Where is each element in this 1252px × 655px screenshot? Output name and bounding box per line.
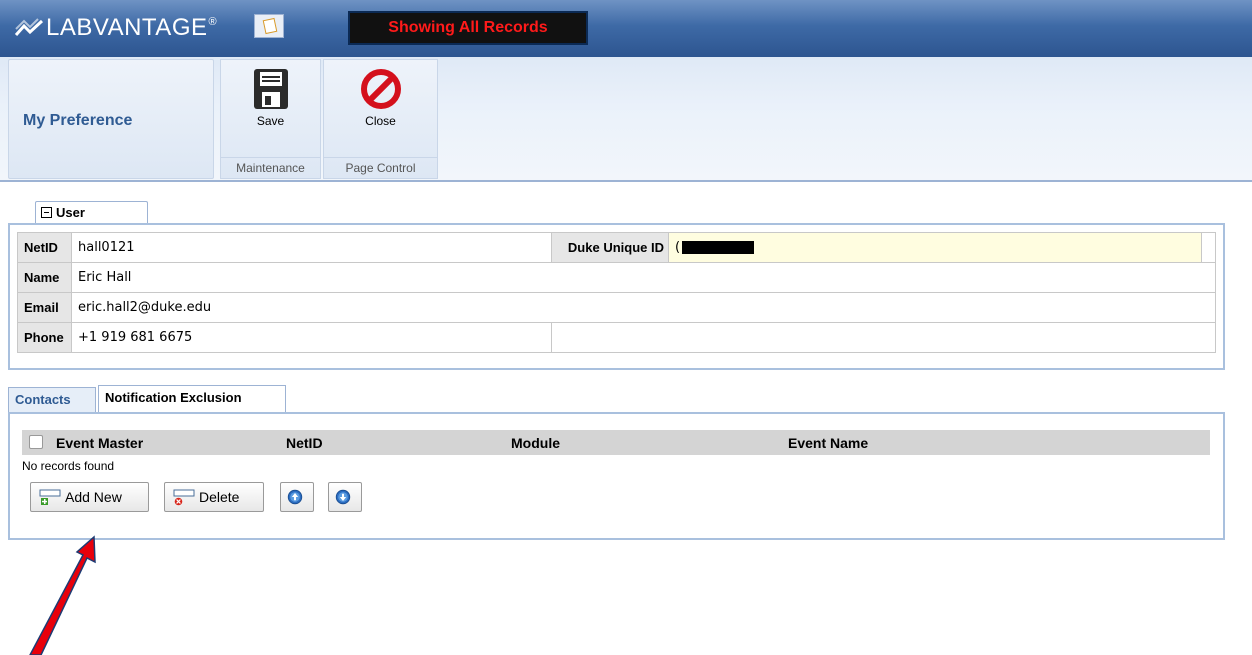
labvantage-logo: LABVANTAGE ® <box>14 14 217 42</box>
close-button[interactable]: Close <box>324 60 437 156</box>
showing-records-badge: Showing All Records <box>348 11 588 45</box>
add-new-label: Add New <box>65 489 122 505</box>
maintenance-group-label: Maintenance <box>221 157 320 178</box>
logo-mark-icon <box>14 18 44 36</box>
save-button[interactable]: Save <box>221 60 320 156</box>
column-header-module[interactable]: Module <box>511 435 560 451</box>
maintenance-group: Save Maintenance <box>220 59 321 179</box>
user-section-tab[interactable]: User <box>35 201 148 224</box>
select-all-checkbox[interactable] <box>29 435 43 449</box>
delete-row-icon <box>173 489 195 506</box>
name-row: Name Eric Hall <box>17 262 1216 293</box>
save-icon <box>253 69 288 109</box>
records-badge-label: Showing All Records <box>388 19 548 36</box>
delete-button[interactable]: Delete <box>164 482 264 512</box>
column-header-event-name[interactable]: Event Name <box>788 435 868 451</box>
netid-value: hall0121 <box>71 232 552 263</box>
phone-row-empty <box>551 322 1216 353</box>
collapse-icon[interactable] <box>41 207 52 218</box>
delete-label: Delete <box>199 489 240 505</box>
close-icon <box>360 69 401 109</box>
empty-grid-message: No records found <box>22 459 115 473</box>
arrow-down-circle-icon <box>335 489 351 505</box>
redaction-bar <box>682 241 755 254</box>
email-value: eric.hall2@duke.edu <box>71 292 1216 323</box>
page-control-group: Close Page Control <box>323 59 438 179</box>
arrow-up-circle-icon <box>287 489 303 505</box>
phone-value: +1 919 681 6675 <box>71 322 552 353</box>
add-new-button[interactable]: Add New <box>30 482 149 512</box>
page-control-group-label: Page Control <box>324 157 437 178</box>
user-section-title: User <box>56 205 85 220</box>
unique-id-value: ( <box>675 240 681 255</box>
unique-id-spacer <box>1201 232 1216 263</box>
email-label: Email <box>17 292 72 323</box>
move-up-button[interactable] <box>280 482 314 512</box>
move-down-button[interactable] <box>328 482 362 512</box>
unique-id-field[interactable]: ( <box>668 232 1202 263</box>
close-label: Close <box>365 114 396 128</box>
notes-icon[interactable] <box>254 14 284 38</box>
tab-contacts[interactable]: Contacts <box>8 387 96 413</box>
app-header: LABVANTAGE ® Showing All Records <box>0 0 1252 57</box>
phone-label: Phone <box>17 322 72 353</box>
page-title: My Preference <box>23 112 133 129</box>
tab-notification-exclusion[interactable]: Notification Exclusion <box>98 385 286 413</box>
column-header-event-master[interactable]: Event Master <box>56 435 143 451</box>
netid-label: NetID <box>17 232 72 263</box>
phone-row: Phone +1 919 681 6675 <box>17 322 1216 353</box>
logo-text: LABVANTAGE <box>46 14 208 41</box>
add-row-icon <box>39 489 61 505</box>
email-row: Email eric.hall2@duke.edu <box>17 292 1216 323</box>
user-panel: NetID hall0121 Duke Unique ID ( Name Eri… <box>8 223 1225 370</box>
column-header-netid[interactable]: NetID <box>286 435 323 451</box>
save-label: Save <box>256 114 285 128</box>
name-label: Name <box>17 262 72 293</box>
toolbar-ribbon: My Preference Save Maintenance Close Pag… <box>0 57 1252 182</box>
page-title-box: My Preference <box>8 59 214 179</box>
grid-header: Event Master NetID Module Event Name <box>22 430 1210 455</box>
user-details-table: NetID hall0121 Duke Unique ID ( Name Eri… <box>17 232 1216 353</box>
logo-registered-mark: ® <box>208 16 217 28</box>
unique-id-label: Duke Unique ID <box>551 232 669 263</box>
notification-exclusion-panel: Event Master NetID Module Event Name No … <box>8 412 1225 540</box>
netid-row: NetID hall0121 Duke Unique ID ( <box>17 232 1216 263</box>
name-value: Eric Hall <box>71 262 1216 293</box>
